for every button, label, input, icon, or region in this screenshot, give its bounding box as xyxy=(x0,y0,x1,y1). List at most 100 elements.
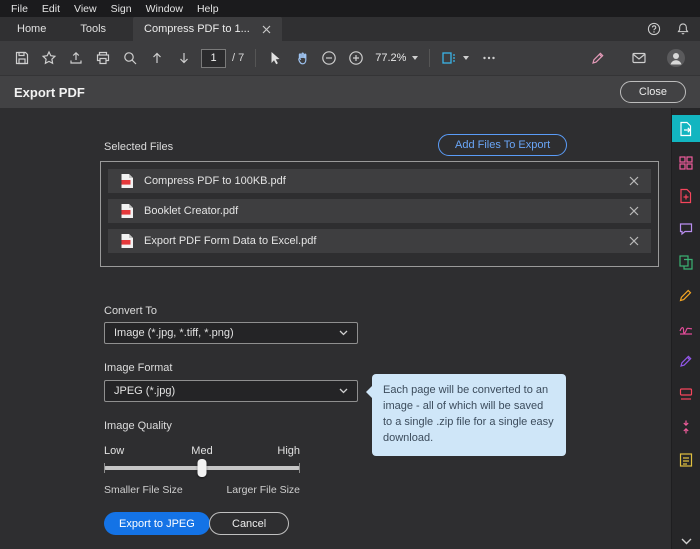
zoom-out-button[interactable] xyxy=(315,45,342,71)
menu-file[interactable]: File xyxy=(4,3,35,15)
zoom-level-value: 77.2% xyxy=(375,52,407,64)
previous-page-button[interactable] xyxy=(143,45,170,71)
chevron-down-icon xyxy=(463,56,470,60)
toolbar-right-group xyxy=(584,45,692,71)
image-quality-label: Image Quality xyxy=(104,420,172,432)
prepare-form-tool[interactable] xyxy=(672,448,700,472)
page-title: Export PDF xyxy=(14,84,85,100)
save-button[interactable] xyxy=(8,45,35,71)
next-page-button[interactable] xyxy=(170,45,197,71)
tabbar: Home Tools Compress PDF to 1... xyxy=(0,17,700,41)
quality-slider-labels: Low Med High xyxy=(104,445,300,458)
hand-tool-button[interactable] xyxy=(288,45,315,71)
organize-pages-icon xyxy=(679,156,693,170)
quality-high-label: High xyxy=(277,445,300,457)
request-signatures-tool[interactable] xyxy=(672,316,700,340)
compress-icon xyxy=(683,420,689,434)
tab-tools[interactable]: Tools xyxy=(63,17,123,41)
page-number-input[interactable]: 1 xyxy=(201,48,226,68)
zoom-level-dropdown[interactable]: 77.2% xyxy=(369,45,424,71)
convert-to-select[interactable]: Image (*.jpg, *.tiff, *.png) xyxy=(104,322,358,344)
organize-pages-tool[interactable] xyxy=(672,151,700,175)
file-row: Compress PDF to 100KB.pdf xyxy=(108,169,651,193)
compress-pdf-tool[interactable] xyxy=(672,415,700,439)
redact-icon xyxy=(679,388,693,400)
comment-icon xyxy=(679,223,693,236)
image-format-select[interactable]: JPEG (*.jpg) xyxy=(104,380,358,402)
comment-tool[interactable] xyxy=(672,217,700,241)
export-to-jpeg-button[interactable]: Export to JPEG xyxy=(104,512,210,535)
image-quality-slider[interactable] xyxy=(104,459,300,477)
create-pdf-tool[interactable] xyxy=(672,184,700,208)
export-pdf-icon xyxy=(680,121,692,136)
larger-file-size-label: Larger File Size xyxy=(226,484,300,496)
remove-file-icon[interactable] xyxy=(629,206,639,216)
tooltip-text: Each page will be converted to an image … xyxy=(383,384,554,444)
fill-sign-pen-icon[interactable] xyxy=(584,45,611,71)
edit-pdf-tool[interactable] xyxy=(672,283,700,307)
star-favorites-button[interactable] xyxy=(35,45,62,71)
redact-tool[interactable] xyxy=(672,382,700,406)
menubar: File Edit View Sign Window Help xyxy=(0,0,700,17)
signature-icon xyxy=(679,327,693,335)
close-button[interactable]: Close xyxy=(619,81,686,103)
document-tab-label: Compress PDF to 1... xyxy=(144,23,250,35)
quality-med-label: Med xyxy=(191,445,213,457)
combine-files-tool[interactable] xyxy=(672,250,700,274)
tab-home[interactable]: Home xyxy=(0,17,63,41)
pdf-file-icon xyxy=(120,233,134,249)
zoom-in-button[interactable] xyxy=(342,45,369,71)
file-name: Export PDF Form Data to Excel.pdf xyxy=(144,235,317,247)
remove-file-icon[interactable] xyxy=(629,236,639,246)
tools-sidebar xyxy=(671,108,700,549)
file-name: Booklet Creator.pdf xyxy=(144,205,239,217)
remove-file-icon[interactable] xyxy=(629,176,639,186)
cancel-button[interactable]: Cancel xyxy=(209,512,290,535)
print-button[interactable] xyxy=(89,45,116,71)
smaller-file-size-label: Smaller File Size xyxy=(104,484,183,496)
menu-view[interactable]: View xyxy=(67,3,104,15)
file-row: Booklet Creator.pdf xyxy=(108,199,651,223)
chevron-down-icon xyxy=(339,330,348,336)
help-icon[interactable] xyxy=(647,22,661,36)
page-display-dropdown[interactable] xyxy=(435,45,475,71)
email-icon[interactable] xyxy=(625,45,652,71)
image-format-value: JPEG (*.jpg) xyxy=(114,385,176,397)
search-icon[interactable] xyxy=(116,45,143,71)
close-tab-icon[interactable] xyxy=(262,25,271,34)
pdf-file-icon xyxy=(120,203,134,219)
convert-to-value: Image (*.jpg, *.tiff, *.png) xyxy=(114,327,234,339)
notifications-bell-icon[interactable] xyxy=(676,22,690,36)
image-format-label: Image Format xyxy=(104,362,173,374)
export-pdf-tool[interactable] xyxy=(671,115,700,142)
slider-tick xyxy=(104,463,105,473)
select-tool-button[interactable] xyxy=(261,45,288,71)
more-tools-button[interactable] xyxy=(475,45,502,71)
more-tools-chevron-icon[interactable] xyxy=(672,538,700,545)
toolbar-divider xyxy=(429,49,431,67)
file-name: Compress PDF to 100KB.pdf xyxy=(144,175,286,187)
edit-pdf-icon xyxy=(679,289,692,302)
file-row: Export PDF Form Data to Excel.pdf xyxy=(108,229,651,253)
export-pdf-header: Export PDF Close xyxy=(0,76,700,108)
menu-sign[interactable]: Sign xyxy=(104,3,139,15)
export-tooltip: Each page will be converted to an image … xyxy=(366,374,566,456)
share-upload-button[interactable] xyxy=(62,45,89,71)
user-avatar[interactable] xyxy=(666,48,686,68)
export-pdf-panel: Selected Files Add Files To Export Compr… xyxy=(0,108,671,549)
slider-handle[interactable] xyxy=(197,459,207,477)
toolbar-divider xyxy=(255,49,257,67)
toolbar: 1 / 7 77.2% xyxy=(0,41,700,76)
tab-document[interactable]: Compress PDF to 1... xyxy=(133,17,282,41)
fill-sign-tool[interactable] xyxy=(672,349,700,373)
menu-window[interactable]: Window xyxy=(139,3,190,15)
menu-edit[interactable]: Edit xyxy=(35,3,67,15)
page-fit-icon xyxy=(442,52,456,64)
quality-low-label: Low xyxy=(104,445,125,457)
menu-help[interactable]: Help xyxy=(190,3,226,15)
add-files-to-export-button[interactable]: Add Files To Export xyxy=(438,134,568,156)
prepare-form-icon xyxy=(679,453,693,467)
chevron-down-icon xyxy=(412,56,419,60)
page-count-label: / 7 xyxy=(232,52,245,64)
pdf-file-icon xyxy=(120,173,134,189)
